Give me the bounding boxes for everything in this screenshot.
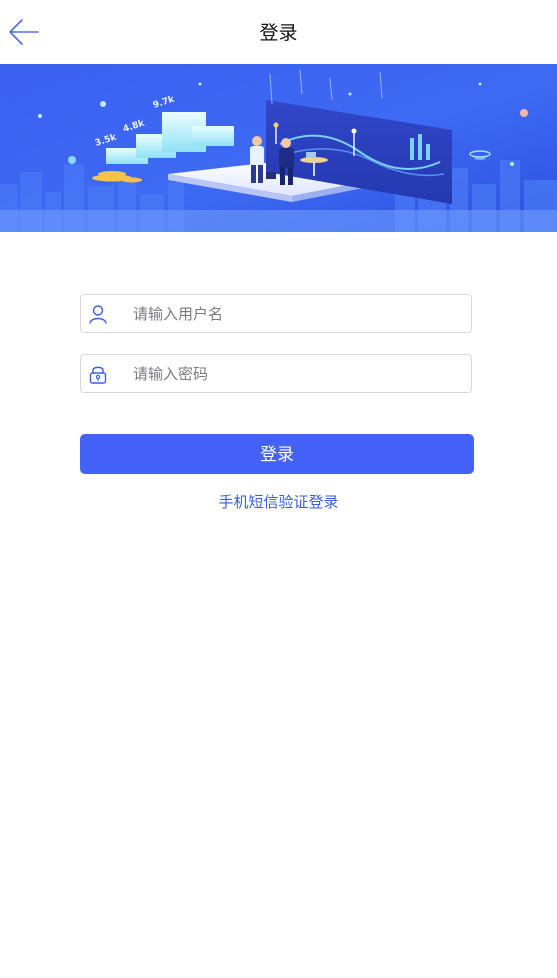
username-field[interactable]	[80, 294, 472, 333]
username-input[interactable]	[133, 295, 463, 332]
password-input[interactable]	[133, 355, 463, 392]
page-title: 登录	[259, 22, 298, 44]
login-button[interactable]: 登录	[80, 434, 474, 474]
password-field[interactable]	[80, 354, 472, 393]
top-nav-bar: 登录	[0, 0, 557, 64]
user-icon	[89, 305, 107, 324]
sms-login-link[interactable]: 手机短信验证登录	[0, 490, 557, 514]
hero-banner-illustration: 3.5k 4.8k 9.7k	[0, 64, 557, 232]
lock-icon	[89, 366, 107, 384]
